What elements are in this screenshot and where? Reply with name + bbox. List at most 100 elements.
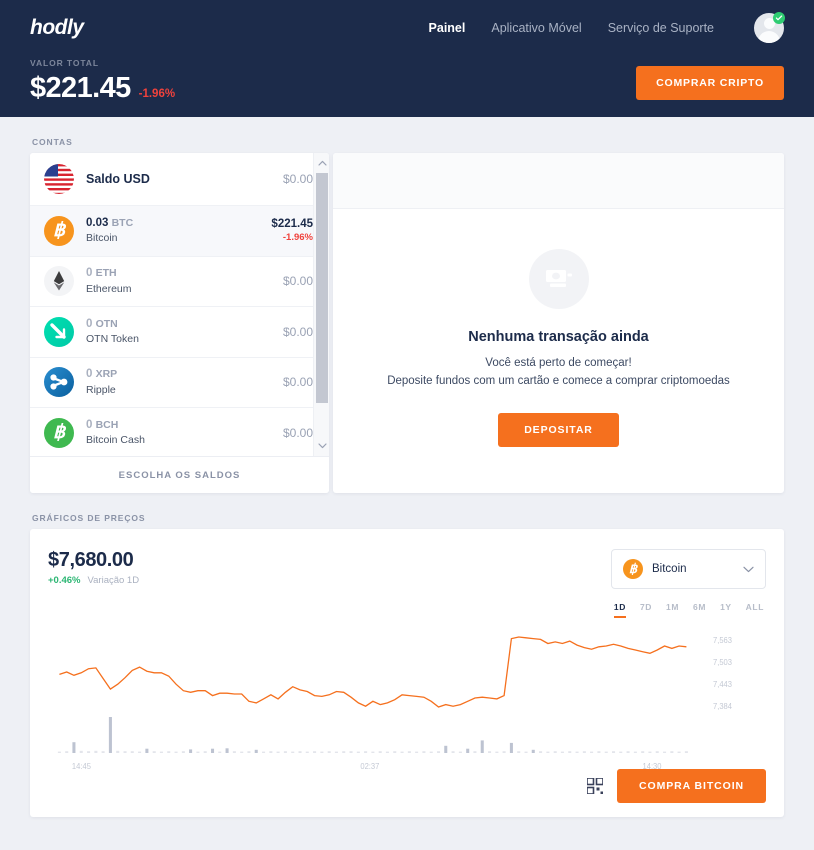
choose-balances-label: ESCOLHA OS SALDOS	[118, 469, 241, 481]
account-name: Saldo USD	[86, 172, 150, 186]
volume-bar	[283, 751, 287, 753]
range-1y[interactable]: 1Y	[720, 602, 732, 618]
volume-bar	[466, 748, 470, 753]
total-value-change: -1.96%	[138, 88, 176, 100]
volume-bar	[626, 751, 630, 753]
accounts-card: Saldo USD $0.00 ฿ 0.03 BTC Bitcoin $221.45 -1.…	[30, 153, 329, 493]
volume-bar	[480, 740, 484, 753]
volume-bar	[378, 751, 382, 753]
avatar[interactable]	[754, 12, 785, 43]
volume-bar	[473, 751, 477, 753]
range-6m[interactable]: 6M	[693, 602, 706, 618]
volume-bar	[108, 717, 112, 753]
account-row-otn-token[interactable]: 0 OTN OTN Token $0.00	[30, 307, 329, 358]
account-name: Bitcoin Cash	[86, 434, 145, 447]
chart-change-row: +0.46% Variação 1D	[48, 575, 139, 586]
volume-bar	[145, 748, 149, 753]
buy-bitcoin-button[interactable]: COMPRA BITCOIN	[617, 769, 766, 803]
page-body: CONTAS Saldo USD $0.00 ฿ 0.03 BTC Bitcoin $22…	[0, 137, 814, 817]
volume-bar	[422, 751, 426, 753]
volume-bar	[356, 751, 360, 753]
volume-bar	[203, 751, 207, 753]
chevron-down-icon[interactable]	[314, 438, 329, 454]
volume-bar	[560, 751, 564, 753]
app-logo[interactable]: hodly	[30, 16, 84, 40]
total-value-row: $221.45 -1.96%	[30, 72, 175, 105]
volume-bar	[648, 751, 652, 753]
volume-bar	[539, 751, 543, 753]
chart-price-block: $7,680.00 +0.46% Variação 1D	[48, 549, 139, 586]
account-fiat-value: $0.00	[282, 425, 313, 440]
volume-bar	[575, 751, 579, 753]
volume-bar	[677, 751, 681, 753]
price-chart-card: $7,680.00 +0.46% Variação 1D ฿ Bitcoin 1…	[30, 529, 784, 817]
header-top-bar: hodly Painel Aplicativo Móvel Serviço de…	[30, 0, 785, 56]
volume-bar	[488, 751, 492, 753]
volume-bar	[437, 751, 441, 753]
range-1m[interactable]: 1M	[666, 602, 679, 618]
transactions-card: Nenhuma transação ainda Você está perto …	[333, 153, 784, 493]
volume-bar	[196, 751, 200, 753]
chart-header: $7,680.00 +0.46% Variação 1D ฿ Bitcoin 1…	[48, 549, 766, 618]
volume-bar	[400, 751, 404, 753]
account-row-ethereum[interactable]: 0 ETH Ethereum $0.00	[30, 256, 329, 307]
empty-state: Nenhuma transação ainda Você está perto …	[333, 209, 784, 493]
nav-item-painel[interactable]: Painel	[429, 21, 466, 35]
volume-bar	[327, 751, 331, 753]
chart-svg: 7,5637,5037,4437,38414:45 02:37 14:30	[57, 636, 733, 771]
chevron-up-icon[interactable]	[314, 155, 329, 171]
x-axis-tick-label: 14:45	[72, 762, 92, 771]
range-1d[interactable]: 1D	[613, 602, 626, 618]
account-row-ripple[interactable]: 0 XRP Ripple $0.00	[30, 357, 329, 408]
account-ticker: BTC	[111, 216, 134, 229]
volume-bar	[597, 751, 601, 753]
account-row-bitcoin-cash[interactable]: ฿ 0 BCH Bitcoin Cash $0.00	[30, 408, 329, 456]
accounts-scrollbar[interactable]	[313, 153, 329, 456]
volume-bar	[320, 751, 324, 753]
account-row-bitcoin[interactable]: ฿ 0.03 BTC Bitcoin $221.45 -1.96%	[30, 206, 329, 257]
account-info: 0 ETH Ethereum	[86, 266, 283, 296]
account-balance: 0 XRP	[86, 368, 118, 381]
account-row-saldo-usd[interactable]: Saldo USD $0.00	[30, 153, 329, 206]
volume-bar	[247, 751, 251, 753]
account-balance: 0.03 BTC	[86, 216, 134, 229]
y-axis-tick-label: 7,443	[713, 680, 732, 689]
account-value-block: $0.00	[283, 426, 313, 440]
account-value-block: $0.00	[283, 375, 313, 389]
volume-bar	[334, 751, 338, 753]
account-name: Bitcoin	[86, 232, 118, 245]
deposit-button[interactable]: DEPOSITAR	[498, 412, 619, 447]
qr-code-icon[interactable]	[587, 778, 604, 794]
y-axis-tick-label: 7,384	[713, 702, 733, 711]
scrollbar-thumb[interactable]	[316, 173, 328, 403]
volume-bar	[72, 742, 76, 753]
account-change: -1.96%	[282, 232, 313, 244]
price-chart-plot[interactable]: 7,563 7,503 7,443 7,384 14:45 02:37 14:30	[48, 629, 770, 789]
volume-bar	[364, 751, 368, 753]
account-value-block: $221.45 -1.96%	[271, 218, 313, 243]
account-balance: 0 ETH	[86, 267, 117, 280]
range-all[interactable]: ALL	[746, 602, 764, 618]
volume-bar	[87, 751, 91, 753]
volume-bar	[495, 751, 499, 753]
nav-item-servico-de-suporte[interactable]: Serviço de Suporte	[608, 21, 714, 35]
bitcoin-icon: ฿	[623, 559, 643, 579]
volume-bar	[342, 751, 346, 753]
nav-item-aplicativo-movel[interactable]: Aplicativo Móvel	[491, 21, 581, 35]
volume-bar	[451, 751, 455, 753]
volume-bar	[590, 751, 594, 753]
empty-state-line-2: Deposite fundos com um cartão e comece a…	[387, 375, 730, 387]
x-axis-tick-label: 02:37	[360, 762, 379, 771]
empty-state-title: Nenhuma transação ainda	[468, 329, 649, 346]
coin-selector[interactable]: ฿ Bitcoin	[611, 549, 766, 589]
range-7d[interactable]: 7D	[640, 602, 652, 618]
buy-crypto-button[interactable]: COMPRAR CRIPTO	[636, 66, 784, 100]
volume-bar	[94, 750, 98, 753]
choose-balances-button[interactable]: ESCOLHA OS SALDOS	[30, 456, 329, 493]
volume-bar	[684, 751, 688, 753]
volume-bar	[211, 748, 215, 753]
volume-bar	[655, 751, 659, 753]
volume-bar	[65, 751, 69, 753]
total-value-label: VALOR TOTAL	[30, 58, 99, 68]
volume-bar	[262, 751, 266, 753]
